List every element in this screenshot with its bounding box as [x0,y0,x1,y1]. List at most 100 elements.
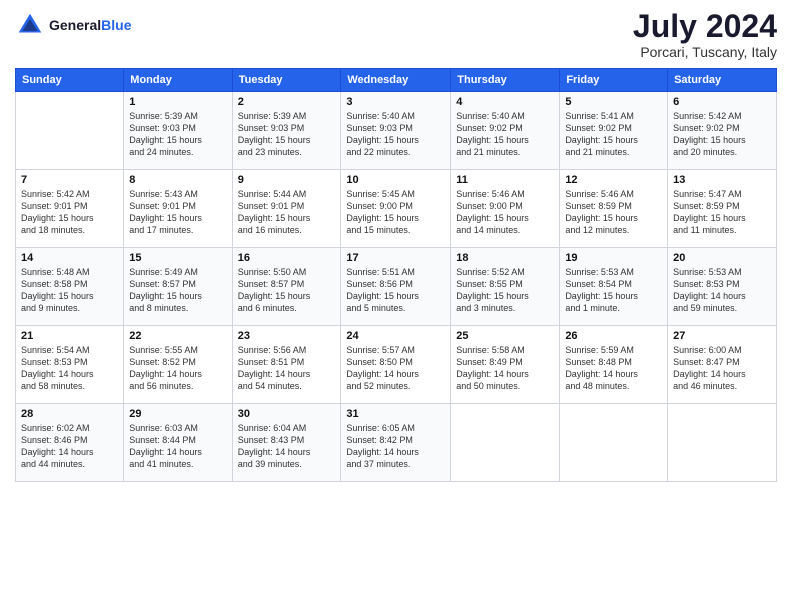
calendar-cell: 7 Sunrise: 5:42 AM Sunset: 9:01 PM Daylig… [16,170,124,248]
calendar-cell: 26 Sunrise: 5:59 AM Sunset: 8:48 PM Dayli… [560,326,668,404]
day-number: 2 [238,96,336,108]
calendar-cell: 2 Sunrise: 5:39 AM Sunset: 9:03 PM Daylig… [232,92,341,170]
day-info: Sunrise: 5:41 AM Sunset: 9:02 PM Dayligh… [565,110,662,159]
day-info: Sunrise: 5:55 AM Sunset: 8:52 PM Dayligh… [129,344,226,393]
day-info: Sunrise: 5:44 AM Sunset: 9:01 PM Dayligh… [238,188,336,237]
calendar-cell: 22 Sunrise: 5:55 AM Sunset: 8:52 PM Dayli… [124,326,232,404]
calendar-cell: 25 Sunrise: 5:58 AM Sunset: 8:49 PM Dayli… [451,326,560,404]
day-info: Sunrise: 5:46 AM Sunset: 8:59 PM Dayligh… [565,188,662,237]
day-info: Sunrise: 5:49 AM Sunset: 8:57 PM Dayligh… [129,266,226,315]
day-number: 13 [673,174,771,186]
calendar-cell: 18 Sunrise: 5:52 AM Sunset: 8:55 PM Dayli… [451,248,560,326]
day-info: Sunrise: 6:00 AM Sunset: 8:47 PM Dayligh… [673,344,771,393]
calendar-week-2: 7 Sunrise: 5:42 AM Sunset: 9:01 PM Daylig… [16,170,777,248]
day-number: 24 [346,330,445,342]
calendar-cell: 9 Sunrise: 5:44 AM Sunset: 9:01 PM Daylig… [232,170,341,248]
day-number: 7 [21,174,118,186]
header-wednesday: Wednesday [341,69,451,92]
calendar-cell: 27 Sunrise: 6:00 AM Sunset: 8:47 PM Dayli… [668,326,777,404]
day-info: Sunrise: 5:58 AM Sunset: 8:49 PM Dayligh… [456,344,554,393]
calendar-header: Sunday Monday Tuesday Wednesday Thursday… [16,69,777,92]
calendar-cell: 16Sunrise: 5:50 AM Sunset: 8:57 PM Dayli… [232,248,341,326]
header-saturday: Saturday [668,69,777,92]
day-info: Sunrise: 5:48 AM Sunset: 8:58 PM Dayligh… [21,266,118,315]
day-info: Sunrise: 5:47 AM Sunset: 8:59 PM Dayligh… [673,188,771,237]
day-number: 29 [129,408,226,420]
calendar-cell: 20 Sunrise: 5:53 AM Sunset: 8:53 PM Dayli… [668,248,777,326]
header: GeneralBlue July 2024 Porcari, Tuscany, … [15,10,777,60]
day-info: Sunrise: 6:04 AM Sunset: 8:43 PM Dayligh… [238,422,336,471]
calendar-cell [16,92,124,170]
day-number: 3 [346,96,445,108]
header-tuesday: Tuesday [232,69,341,92]
day-info: Sunrise: 5:46 AM Sunset: 9:00 PM Dayligh… [456,188,554,237]
header-sunday: Sunday [16,69,124,92]
weekday-header-row: Sunday Monday Tuesday Wednesday Thursday… [16,69,777,92]
calendar-cell: 6Sunrise: 5:42 AM Sunset: 9:02 PM Daylig… [668,92,777,170]
day-number: 23 [238,330,336,342]
calendar-cell: 10 Sunrise: 5:45 AM Sunset: 9:00 PM Dayli… [341,170,451,248]
day-info: Sunrise: 5:54 AM Sunset: 8:53 PM Dayligh… [21,344,118,393]
day-info: Sunrise: 5:39 AM Sunset: 9:03 PM Dayligh… [129,110,226,159]
day-info: Sunrise: 5:51 AM Sunset: 8:56 PM Dayligh… [346,266,445,315]
day-number: 19 [565,252,662,264]
day-info: Sunrise: 5:39 AM Sunset: 9:03 PM Dayligh… [238,110,336,159]
calendar-cell: 11 Sunrise: 5:46 AM Sunset: 9:00 PM Dayli… [451,170,560,248]
calendar-body: 1 Sunrise: 5:39 AM Sunset: 9:03 PM Daylig… [16,92,777,482]
day-number: 9 [238,174,336,186]
day-number: 27 [673,330,771,342]
calendar-cell: 24 Sunrise: 5:57 AM Sunset: 8:50 PM Dayli… [341,326,451,404]
calendar-cell: 29Sunrise: 6:03 AM Sunset: 8:44 PM Dayli… [124,404,232,482]
calendar-cell [560,404,668,482]
day-number: 12 [565,174,662,186]
day-info: Sunrise: 6:05 AM Sunset: 8:42 PM Dayligh… [346,422,445,471]
logo-icon [15,10,45,40]
month-year: July 2024 [633,10,777,42]
day-number: 30 [238,408,336,420]
calendar-week-1: 1 Sunrise: 5:39 AM Sunset: 9:03 PM Daylig… [16,92,777,170]
day-number: 18 [456,252,554,264]
day-number: 11 [456,174,554,186]
day-info: Sunrise: 5:52 AM Sunset: 8:55 PM Dayligh… [456,266,554,315]
day-info: Sunrise: 5:40 AM Sunset: 9:03 PM Dayligh… [346,110,445,159]
day-number: 26 [565,330,662,342]
main-container: GeneralBlue July 2024 Porcari, Tuscany, … [0,0,792,492]
day-number: 17 [346,252,445,264]
calendar-cell: 19 Sunrise: 5:53 AM Sunset: 8:54 PM Dayli… [560,248,668,326]
calendar-cell: 31Sunrise: 6:05 AM Sunset: 8:42 PM Dayli… [341,404,451,482]
calendar-cell: 1 Sunrise: 5:39 AM Sunset: 9:03 PM Daylig… [124,92,232,170]
day-number: 14 [21,252,118,264]
calendar-table: Sunday Monday Tuesday Wednesday Thursday… [15,68,777,482]
day-info: Sunrise: 5:40 AM Sunset: 9:02 PM Dayligh… [456,110,554,159]
calendar-cell: 12 Sunrise: 5:46 AM Sunset: 8:59 PM Dayli… [560,170,668,248]
day-info: Sunrise: 5:53 AM Sunset: 8:53 PM Dayligh… [673,266,771,315]
day-number: 21 [21,330,118,342]
day-number: 22 [129,330,226,342]
day-number: 1 [129,96,226,108]
day-number: 10 [346,174,445,186]
day-info: Sunrise: 5:43 AM Sunset: 9:01 PM Dayligh… [129,188,226,237]
day-info: Sunrise: 5:42 AM Sunset: 9:01 PM Dayligh… [21,188,118,237]
day-number: 8 [129,174,226,186]
calendar-cell: 14 Sunrise: 5:48 AM Sunset: 8:58 PM Dayli… [16,248,124,326]
calendar-cell: 17 Sunrise: 5:51 AM Sunset: 8:56 PM Dayli… [341,248,451,326]
calendar-week-3: 14 Sunrise: 5:48 AM Sunset: 8:58 PM Dayli… [16,248,777,326]
day-info: Sunrise: 5:53 AM Sunset: 8:54 PM Dayligh… [565,266,662,315]
day-info: Sunrise: 5:57 AM Sunset: 8:50 PM Dayligh… [346,344,445,393]
calendar-week-5: 28Sunrise: 6:02 AM Sunset: 8:46 PM Dayli… [16,404,777,482]
calendar-cell [668,404,777,482]
calendar-cell: 15Sunrise: 5:49 AM Sunset: 8:57 PM Dayli… [124,248,232,326]
header-thursday: Thursday [451,69,560,92]
day-number: 16 [238,252,336,264]
logo: GeneralBlue [15,10,131,40]
day-info: Sunrise: 5:42 AM Sunset: 9:02 PM Dayligh… [673,110,771,159]
day-number: 5 [565,96,662,108]
calendar-cell: 13 Sunrise: 5:47 AM Sunset: 8:59 PM Dayli… [668,170,777,248]
calendar-cell: 30 Sunrise: 6:04 AM Sunset: 8:43 PM Dayli… [232,404,341,482]
day-number: 25 [456,330,554,342]
day-number: 20 [673,252,771,264]
day-info: Sunrise: 5:45 AM Sunset: 9:00 PM Dayligh… [346,188,445,237]
day-info: Sunrise: 5:56 AM Sunset: 8:51 PM Dayligh… [238,344,336,393]
day-number: 28 [21,408,118,420]
day-info: Sunrise: 5:59 AM Sunset: 8:48 PM Dayligh… [565,344,662,393]
